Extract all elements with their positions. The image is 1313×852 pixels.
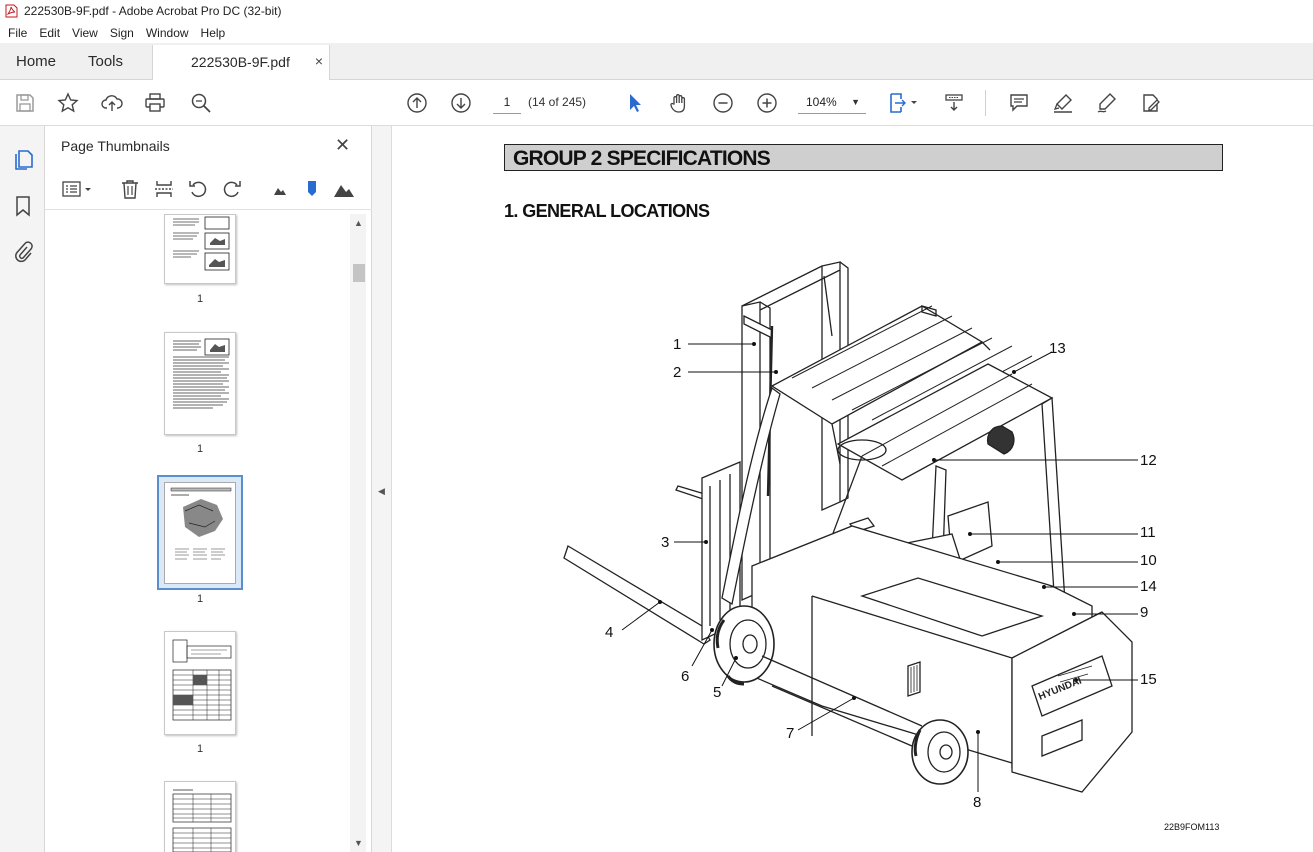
thumbnail-label: 1 [196,743,204,755]
rotate-left-icon[interactable] [187,178,211,202]
bookmark-icon[interactable] [11,194,35,218]
comment-icon[interactable] [1007,91,1031,115]
thumbnail-preview [172,789,232,852]
main-toolbar: 1 (14 of 245) 104% ▼ [0,80,1313,126]
document-view[interactable]: GROUP 2 SPECIFICATIONS 1. GENERAL LOCATI… [392,126,1313,852]
toolbar-separator [985,90,986,116]
menu-file[interactable]: File [2,26,33,40]
scrollbar-thumb[interactable] [353,264,365,282]
callout-9: 9 [1140,604,1149,621]
chevron-down-icon: ▼ [851,97,860,107]
close-icon[interactable]: ✕ [335,135,350,156]
panel-title: Page Thumbnails [61,138,170,154]
callout-14: 14 [1140,578,1157,595]
page-thumbnail-selected[interactable] [157,475,243,590]
page-thumbnail[interactable] [164,332,236,435]
scroll-down-icon[interactable]: ▼ [354,838,363,848]
search-zoom-icon[interactable] [189,91,213,115]
page-thumbnails-icon[interactable] [11,148,35,172]
thumbnail-label: 1 [196,293,204,305]
menu-view[interactable]: View [66,26,104,40]
save-icon[interactable] [13,91,37,115]
hand-icon[interactable] [667,91,691,115]
forklift-illustration: HYUNDAI [563,261,1138,793]
thumbnail-list: 1 1 1 1 [45,214,350,852]
callout-8: 8 [973,794,982,811]
tab-bar: Home Tools 222530B-9F.pdf × [0,43,1313,81]
page-count: (14 of 245) [528,95,587,109]
scroll-mode-icon[interactable] [942,91,966,115]
thumbnail-preview [170,487,232,560]
draw-icon[interactable] [1094,91,1118,115]
callout-1: 1 [673,336,682,353]
thumbnail-larger-icon[interactable] [333,178,357,202]
window-title: 222530B-9F.pdf - Adobe Acrobat Pro DC (3… [24,4,282,18]
zoom-in-icon[interactable] [755,91,779,115]
callout-12: 12 [1140,452,1157,469]
page-number-input[interactable]: 1 [493,90,521,114]
page-thumbnail[interactable] [164,631,236,735]
menu-sign[interactable]: Sign [104,26,140,40]
tab-home[interactable]: Home [16,53,56,70]
insert-page-icon[interactable] [153,178,177,202]
attachment-icon[interactable] [11,240,35,264]
upload-icon[interactable] [100,91,124,115]
thumbnail-label: 1 [196,443,204,455]
acrobat-app-icon [5,4,18,18]
menu-window[interactable]: Window [140,26,195,40]
delete-page-icon[interactable] [119,178,143,202]
menu-edit[interactable]: Edit [33,26,66,40]
thumbnail-preview [172,639,232,721]
collapse-panel-icon[interactable]: ◀ [378,486,385,497]
callout-2: 2 [673,364,682,381]
page-up-icon[interactable] [405,91,429,115]
page-thumbnail[interactable] [164,781,236,852]
close-tab-icon[interactable]: × [315,53,323,69]
panel-splitter[interactable]: ◀ [372,126,392,852]
tab-document-label: 222530B-9F.pdf [191,54,290,70]
callout-11: 11 [1140,524,1156,541]
callout-3: 3 [661,534,670,551]
menu-bar: File Edit View Sign Window Help [0,22,1313,43]
callout-15: 15 [1140,671,1157,688]
thumbnail-smaller-icon[interactable] [269,178,293,202]
thumbnail-preview [173,338,230,409]
page-thumbnail[interactable] [164,214,236,284]
tab-tools[interactable]: Tools [88,53,123,70]
callout-4: 4 [605,624,614,641]
star-icon[interactable] [56,91,80,115]
zoom-out-icon[interactable] [711,91,735,115]
callout-5: 5 [713,684,722,701]
thumbnail-toolbar [45,170,372,210]
menu-help[interactable]: Help [195,26,232,40]
navigation-rail [0,126,45,852]
zoom-value: 104% [806,95,837,109]
thumbnail-preview [173,216,230,271]
callout-7: 7 [786,725,795,742]
print-icon[interactable] [143,91,167,115]
zoom-dropdown[interactable]: 104% ▼ [798,90,866,114]
page-fit-icon[interactable] [886,91,920,115]
scroll-up-icon[interactable]: ▲ [354,218,363,228]
thumbnail-label: 1 [196,593,204,605]
select-cursor-icon[interactable] [623,91,647,115]
options-menu-icon[interactable] [61,178,95,202]
page-thumbnails-panel: Page Thumbnails ✕ 1 1 1 1 ▲ ▼ [45,126,372,852]
tab-document[interactable]: 222530B-9F.pdf × [152,45,330,81]
figure-code: 22B9FOM113 [1164,822,1220,832]
callout-13: 13 [1049,340,1066,357]
sign-icon[interactable] [1139,91,1163,115]
callout-10: 10 [1140,552,1157,569]
highlight-icon[interactable] [1051,91,1075,115]
callout-6: 6 [681,668,690,685]
page-down-icon[interactable] [449,91,473,115]
rotate-right-icon[interactable] [221,178,245,202]
thumbnail-scrollbar[interactable]: ▲ ▼ [350,214,366,852]
window-titlebar: 222530B-9F.pdf - Adobe Acrobat Pro DC (3… [0,0,1313,22]
thumbnail-size-slider-icon[interactable] [301,178,325,202]
